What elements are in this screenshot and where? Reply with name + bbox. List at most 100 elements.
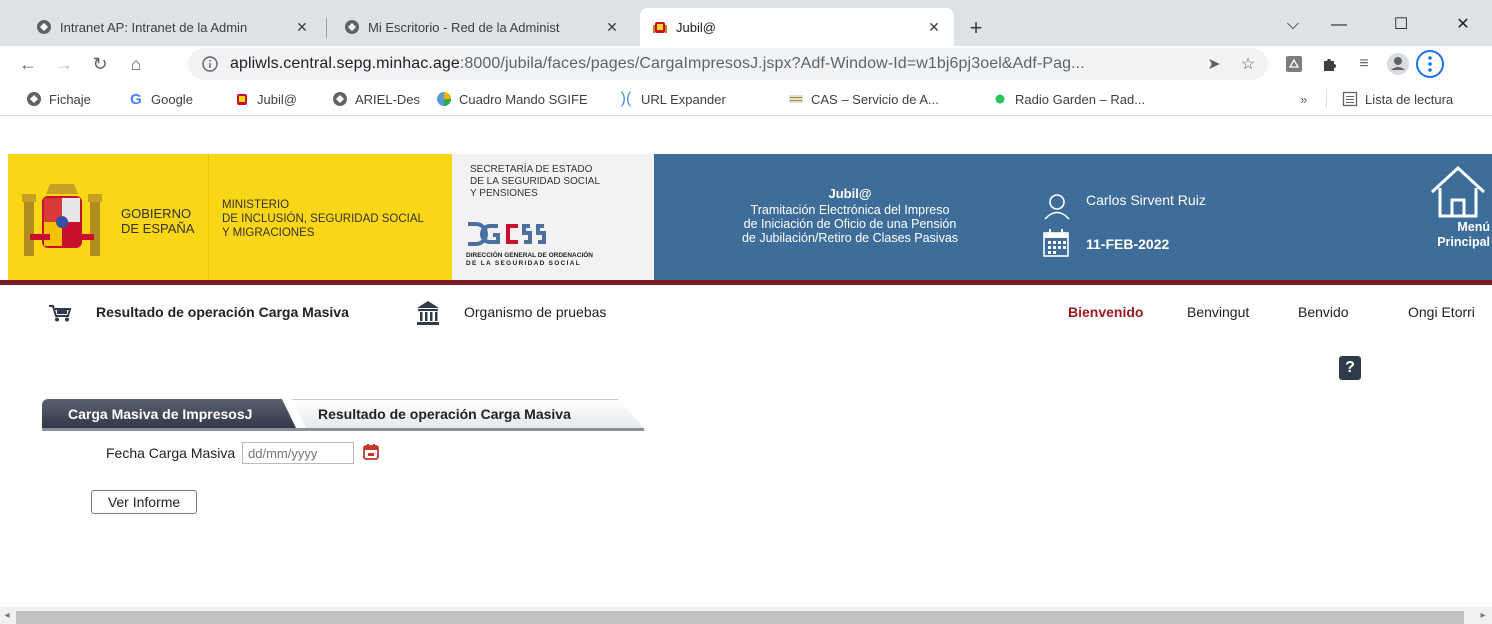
institution-icon xyxy=(416,300,440,331)
bookmark-url-expander[interactable]: )( URL Expander xyxy=(618,90,726,108)
back-button[interactable]: ← xyxy=(14,50,42,78)
scroll-right-icon[interactable]: ▸ xyxy=(1476,609,1490,623)
secretaria-line3: Y PENSIONES xyxy=(470,188,538,199)
extensions-puzzle-icon[interactable] xyxy=(1318,52,1342,76)
date-picker-icon[interactable] xyxy=(362,443,380,461)
send-tab-icon[interactable]: ➤ xyxy=(1200,50,1228,78)
dgcss-line2: DE LA SEGURIDAD SOCIAL xyxy=(466,260,582,267)
chevron-down-icon[interactable]: ⌵ xyxy=(1270,10,1316,40)
bookmark-cuadro-mando[interactable]: Cuadro Mando SGIFE xyxy=(436,90,588,108)
lang-euskera[interactable]: Ongi Etorri xyxy=(1408,304,1475,320)
user-icon xyxy=(1042,192,1072,227)
secretaria-line1: SECRETARÍA DE ESTADO xyxy=(470,164,593,175)
bookmark-label: Fichaje xyxy=(49,91,91,107)
lang-gallego[interactable]: Benvido xyxy=(1298,304,1349,320)
address-bar[interactable]: apliwls.central.sepg.minhac.age:8000/jub… xyxy=(188,48,1268,80)
help-icon[interactable]: ? xyxy=(1339,356,1361,380)
gobierno-line2: DE ESPAÑA xyxy=(121,221,195,236)
tab-carga-masiva[interactable]: Carga Masiva de ImpresosJ xyxy=(42,399,296,428)
reading-list-button[interactable]: Lista de lectura xyxy=(1342,90,1453,108)
app-desc-line1: Tramitación Electrónica del Impreso xyxy=(750,203,950,217)
tab-resultado-operacion[interactable]: Resultado de operación Carga Masiva xyxy=(292,399,644,428)
tab-separator xyxy=(326,18,327,38)
maximize-button[interactable]: ☐ xyxy=(1378,10,1424,40)
globe-icon xyxy=(332,91,348,107)
forward-button[interactable]: → xyxy=(50,50,78,78)
app-desc-line3: de Jubilación/Retiro de Clases Pasivas xyxy=(741,231,959,245)
coat-of-arms-logo xyxy=(22,178,102,269)
bookmark-fichaje[interactable]: Fichaje xyxy=(26,90,91,108)
scroll-left-icon[interactable]: ◂ xyxy=(0,609,14,623)
bookmark-ariel[interactable]: ARIEL-Des xyxy=(332,90,420,108)
bookmark-label: Radio Garden – Rad... xyxy=(1015,91,1146,107)
calendar-icon xyxy=(1042,228,1070,263)
bookmark-google[interactable]: G Google xyxy=(128,90,193,108)
dgcss-line1: DIRECCIÓN GENERAL DE ORDENACIÓN xyxy=(466,252,594,259)
ver-informe-button[interactable]: Ver Informe xyxy=(91,490,197,514)
browser-tab-strip: Intranet AP: Intranet de la Admin ✕ Mi E… xyxy=(0,0,1492,46)
organismo-label: Organismo de pruebas xyxy=(464,304,607,320)
tab-title: Jubil@ xyxy=(676,19,716,35)
close-icon[interactable]: ✕ xyxy=(604,19,620,35)
close-icon[interactable]: ✕ xyxy=(294,19,310,35)
site-header: GOBIERNO DE ESPAÑA MINISTERIO DE INCLUSI… xyxy=(0,154,1492,285)
current-date: 11-FEB-2022 xyxy=(1086,236,1170,252)
scrollbar-thumb[interactable] xyxy=(16,611,1464,624)
url-text: apliwls.central.sepg.minhac.age:8000/jub… xyxy=(230,55,1200,73)
browser-tab-intranet[interactable]: Intranet AP: Intranet de la Admin ✕ xyxy=(24,8,322,46)
shield-crest-icon xyxy=(652,19,668,35)
dgcss-caption: DIRECCIÓN GENERAL DE ORDENACIÓN DE LA SE… xyxy=(466,252,593,268)
shield-crest-icon xyxy=(234,91,250,107)
url-expander-icon: )( xyxy=(620,90,632,107)
gobierno-label: GOBIERNO DE ESPAÑA xyxy=(121,206,194,236)
ministerio-line2: DE INCLUSIÓN, SEGURIDAD SOCIAL xyxy=(222,213,424,225)
bookmarks-overflow-button[interactable]: » xyxy=(1300,90,1307,108)
reload-button[interactable]: ↻ xyxy=(86,50,114,78)
browser-tab-escritorio[interactable]: Mi Escritorio - Red de la Administ ✕ xyxy=(332,8,632,46)
bookmark-jubila[interactable]: Jubil@ xyxy=(234,90,297,108)
bookmarks-bar: Fichaje G Google Jubil@ ARIEL-Des Cuadro… xyxy=(0,82,1492,116)
secretaria-label: SECRETARÍA DE ESTADO DE LA SEGURIDAD SOC… xyxy=(470,164,600,200)
google-icon: G xyxy=(130,90,142,108)
dgcss-logo xyxy=(466,220,548,253)
tab-title: Mi Escritorio - Red de la Administ xyxy=(368,19,560,35)
ministerio-line1: MINISTERIO xyxy=(222,199,290,211)
close-window-button[interactable]: ✕ xyxy=(1440,10,1486,40)
close-icon[interactable]: ✕ xyxy=(926,19,942,35)
tabs-underline xyxy=(42,428,644,431)
menu-principal-link[interactable]: Menú Principal xyxy=(1420,220,1490,250)
menu-line2: Principal xyxy=(1437,235,1490,249)
info-icon[interactable] xyxy=(200,54,220,74)
url-host: apliwls.central.sepg.minhac.age xyxy=(230,55,460,72)
ministerio-label: MINISTERIO DE INCLUSIÓN, SEGURIDAD SOCIA… xyxy=(222,198,424,240)
reading-list-label: Lista de lectura xyxy=(1365,91,1454,107)
menu-kebab-icon[interactable] xyxy=(1416,50,1444,78)
lang-castellano[interactable]: Bienvenido xyxy=(1068,304,1143,320)
horizontal-scrollbar[interactable]: ◂ ▸ xyxy=(0,607,1492,624)
bookmark-radio-garden[interactable]: Radio Garden – Rad... xyxy=(992,90,1145,108)
profile-avatar-icon[interactable] xyxy=(1386,52,1410,76)
new-tab-button[interactable]: + xyxy=(962,14,990,42)
fecha-carga-input[interactable] xyxy=(242,442,354,464)
bookmark-label: Google xyxy=(151,91,193,107)
url-path: :8000/jubila/faces/pages/CargaImpresosJ.… xyxy=(459,55,1085,72)
green-dot-icon xyxy=(992,91,1008,107)
pdf-extension-icon[interactable] xyxy=(1282,52,1306,76)
secretaria-line2: DE LA SEGURIDAD SOCIAL xyxy=(470,176,601,187)
browser-tab-jubila[interactable]: Jubil@ ✕ xyxy=(640,8,954,46)
globe-icon xyxy=(36,19,52,35)
home-button[interactable]: ⌂ xyxy=(122,50,150,78)
app-desc-line2: de Iniciación de Oficio de una Pensión xyxy=(743,217,957,231)
fecha-carga-label: Fecha Carga Masiva xyxy=(106,445,236,461)
media-control-icon[interactable]: ≡ xyxy=(1352,52,1376,76)
lang-catalan[interactable]: Benvingut xyxy=(1187,304,1249,320)
bookmark-label: Cuadro Mando SGIFE xyxy=(459,91,588,107)
shopping-cart-icon xyxy=(48,304,72,327)
bookmark-cas[interactable]: CAS – Servicio de A... xyxy=(788,90,939,108)
browser-toolbar: ← → ↻ ⌂ apliwls.central.sepg.minhac.age:… xyxy=(0,46,1492,82)
minimize-button[interactable]: — xyxy=(1316,10,1362,40)
user-name: Carlos Sirvent Ruiz xyxy=(1086,192,1206,208)
bookmark-label: ARIEL-Des xyxy=(355,91,421,107)
home-icon[interactable] xyxy=(1428,164,1488,225)
star-icon[interactable]: ☆ xyxy=(1234,50,1262,78)
